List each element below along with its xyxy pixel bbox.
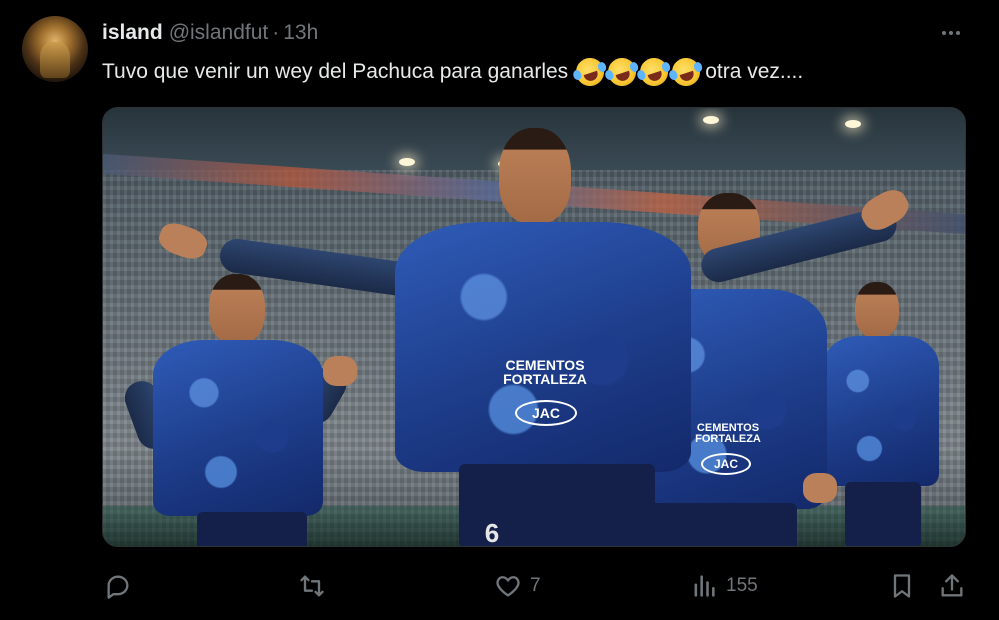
avatar[interactable] — [22, 16, 88, 82]
tweet[interactable]: island @islandfut · 13h Tuvo que venir u… — [0, 0, 999, 620]
separator-dot: · — [272, 21, 280, 44]
emoji-group — [572, 54, 704, 90]
bookmark-button[interactable] — [888, 566, 916, 606]
views-button[interactable]: 155 — [690, 566, 758, 606]
player-main-badge: JAC — [515, 400, 577, 426]
tweet-text-main: Tuvo que venir un wey del Pachuca para g… — [102, 60, 569, 83]
timestamp[interactable]: 13h — [283, 21, 318, 45]
rofl-emoji-icon — [636, 54, 672, 90]
share-icon — [941, 574, 963, 597]
share-button[interactable] — [938, 566, 966, 606]
more-options-button[interactable] — [934, 22, 968, 44]
reply-button[interactable] — [104, 566, 140, 606]
repost-icon — [300, 575, 324, 597]
stadium-light — [845, 120, 861, 128]
views-chart-icon — [694, 575, 715, 597]
more-dot-icon — [942, 31, 946, 35]
like-count: 7 — [530, 575, 541, 596]
rofl-emoji-icon — [572, 54, 608, 90]
more-dot-icon — [949, 31, 953, 35]
player-main-sponsor: CEMENTOS FORTALEZA — [503, 357, 587, 387]
rofl-emoji-icon — [668, 54, 704, 90]
stadium-light — [703, 116, 719, 124]
display-name[interactable]: island — [102, 21, 163, 45]
player-main: CEMENTOS FORTALEZA JAC 6 — [155, 128, 914, 547]
bookmark-icon — [893, 574, 911, 598]
user-handle[interactable]: @islandfut — [169, 21, 269, 45]
reply-icon — [107, 575, 129, 599]
action-bar: 7 155 — [0, 566, 999, 606]
tweet-header: island @islandfut · 13h — [102, 20, 318, 46]
view-count: 155 — [726, 575, 758, 596]
like-button[interactable]: 7 — [494, 566, 541, 606]
tweet-photo[interactable]: CEMENTOS FORTALEZA JAC CEMENTOS FORTALEZ… — [102, 107, 966, 547]
tweet-text: Tuvo que venir un wey del Pachuca para g… — [102, 54, 804, 90]
heart-icon — [496, 576, 520, 597]
repost-button[interactable] — [298, 566, 334, 606]
more-dot-icon — [956, 31, 960, 35]
tweet-text-tail: otra vez.... — [705, 60, 804, 83]
rofl-emoji-icon — [604, 54, 640, 90]
shorts-number: 6 — [484, 518, 500, 547]
